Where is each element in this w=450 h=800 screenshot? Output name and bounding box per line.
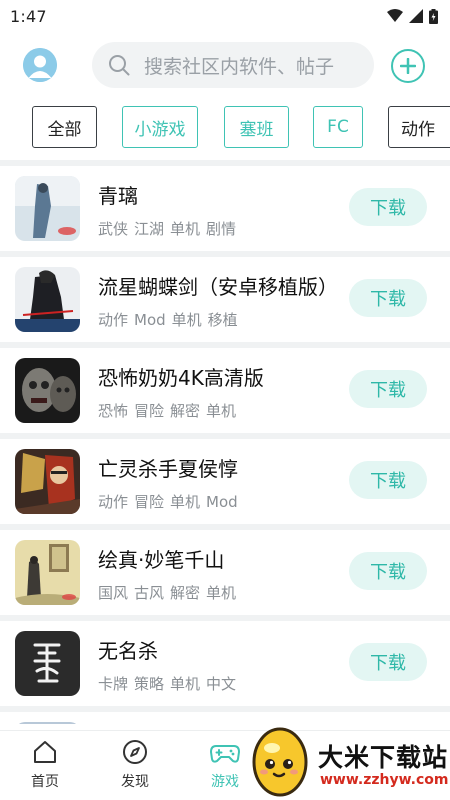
tag: 单机: [171, 311, 202, 329]
tag: 策略: [134, 675, 165, 693]
compass-icon: [123, 740, 147, 764]
battery-icon: [429, 8, 438, 24]
download-button[interactable]: 下载: [349, 370, 427, 408]
nav-games-label: 游戏: [211, 774, 239, 790]
tag: 冒险: [134, 402, 165, 420]
gamepad-icon: [210, 745, 240, 763]
tag: 单机: [170, 493, 201, 511]
category-chips: 全部 小游戏 塞班 FC 动作: [0, 104, 450, 150]
game-tags: 恐怖 冒险 解密 单机: [98, 400, 242, 421]
plus-icon: [400, 58, 416, 74]
game-icon-meteor-butterfly-sword: [15, 267, 80, 332]
tag: 国风: [98, 584, 129, 602]
egg-mascot-icon: [252, 727, 308, 797]
avatar[interactable]: [23, 48, 57, 82]
top-header: 搜索社区内软件、帖子: [0, 32, 450, 98]
status-time: 1:47: [10, 6, 47, 26]
game-icon-painting-mountains: [15, 540, 80, 605]
tag: 冒险: [134, 493, 165, 511]
game-icon-undead-slayer: [15, 449, 80, 514]
tag: 解密: [170, 584, 201, 602]
game-tags: 国风 古风 解密 单机: [98, 582, 242, 603]
chip-symbian[interactable]: 塞班: [224, 106, 289, 148]
search-placeholder: 搜索社区内软件、帖子: [144, 55, 335, 78]
tag: 中文: [206, 675, 237, 693]
watermark-name: 大米下载站: [318, 743, 449, 772]
tag: 单机: [206, 584, 237, 602]
search-bar[interactable]: 搜索社区内软件、帖子: [92, 42, 374, 88]
list-item[interactable]: 恐怖奶奶4K高清版 恐怖 冒险 解密 单机 下载: [0, 348, 450, 433]
game-title: 青璃: [98, 184, 138, 208]
game-list: 青璃 武侠 江湖 单机 剧情 下载 流星蝴蝶剑（安卓移植版） 动作 Mod 单机 移植 下载: [0, 166, 450, 724]
game-title: 无名杀: [98, 639, 158, 663]
nav-discover[interactable]: 发现: [105, 739, 165, 791]
game-title: 亡灵杀手夏侯惇: [98, 457, 238, 481]
signal-icon: [409, 9, 423, 23]
download-button[interactable]: 下载: [349, 188, 427, 226]
tag: 恐怖: [98, 402, 129, 420]
game-tags: 卡牌 策略 单机 中文: [98, 673, 242, 694]
game-title: 流星蝴蝶剑（安卓移植版）: [98, 275, 338, 299]
game-icon-granny: [15, 358, 80, 423]
search-icon: [109, 55, 130, 76]
tag: 单机: [170, 220, 201, 238]
tag: 解密: [170, 402, 201, 420]
tag: 单机: [170, 675, 201, 693]
list-item[interactable]: 流星蝴蝶剑（安卓移植版） 动作 Mod 单机 移植 下载: [0, 257, 450, 342]
tag: 江湖: [134, 220, 165, 238]
game-title: 恐怖奶奶4K高清版: [98, 366, 264, 390]
game-tags: 武侠 江湖 单机 剧情: [98, 218, 242, 239]
game-icon-partial: [15, 722, 80, 724]
download-button[interactable]: 下载: [349, 643, 427, 681]
download-button[interactable]: 下载: [349, 279, 427, 317]
download-button[interactable]: 下载: [349, 552, 427, 590]
tag: Mod: [134, 311, 166, 329]
tag: 动作: [98, 311, 129, 329]
chip-fc[interactable]: FC: [313, 106, 363, 148]
status-icons: [387, 8, 438, 24]
list-item[interactable]: 绘真·妙笔千山 国风 古风 解密 单机 下载: [0, 530, 450, 615]
game-icon-wumingsha: [15, 631, 80, 696]
tag: Mod: [206, 493, 238, 511]
nav-home[interactable]: 首页: [15, 739, 75, 791]
chip-mini-games[interactable]: 小游戏: [122, 106, 198, 148]
status-bar: 1:47: [0, 0, 450, 32]
tag: 移植: [207, 311, 238, 329]
list-item[interactable]: 青璃 武侠 江湖 单机 剧情 下载: [0, 166, 450, 251]
download-button[interactable]: 下载: [349, 461, 427, 499]
tag: 武侠: [98, 220, 129, 238]
tag: 单机: [206, 402, 237, 420]
watermark-logo: 大米下载站 www.zzhyw.com: [244, 720, 450, 800]
tag: 剧情: [206, 220, 237, 238]
game-title: 绘真·妙笔千山: [98, 548, 225, 572]
add-button[interactable]: [391, 49, 425, 83]
watermark-url: www.zzhyw.com: [320, 772, 449, 788]
list-item[interactable]: 亡灵杀手夏侯惇 动作 冒险 单机 Mod 下载: [0, 439, 450, 524]
chip-all[interactable]: 全部: [32, 106, 97, 148]
tag: 卡牌: [98, 675, 129, 693]
game-tags: 动作 Mod 单机 移植: [98, 309, 244, 330]
nav-discover-label: 发现: [121, 774, 149, 790]
tag: 动作: [98, 493, 129, 511]
nav-home-label: 首页: [31, 774, 59, 790]
list-item[interactable]: 无名杀 卡牌 策略 单机 中文 下载: [0, 621, 450, 706]
user-icon: [23, 48, 57, 82]
game-icon-qingli: [15, 176, 80, 241]
wifi-icon: [387, 9, 403, 22]
chip-action[interactable]: 动作: [388, 106, 450, 148]
home-icon: [34, 741, 56, 763]
game-tags: 动作 冒险 单机 Mod: [98, 491, 244, 512]
tag: 古风: [134, 584, 165, 602]
